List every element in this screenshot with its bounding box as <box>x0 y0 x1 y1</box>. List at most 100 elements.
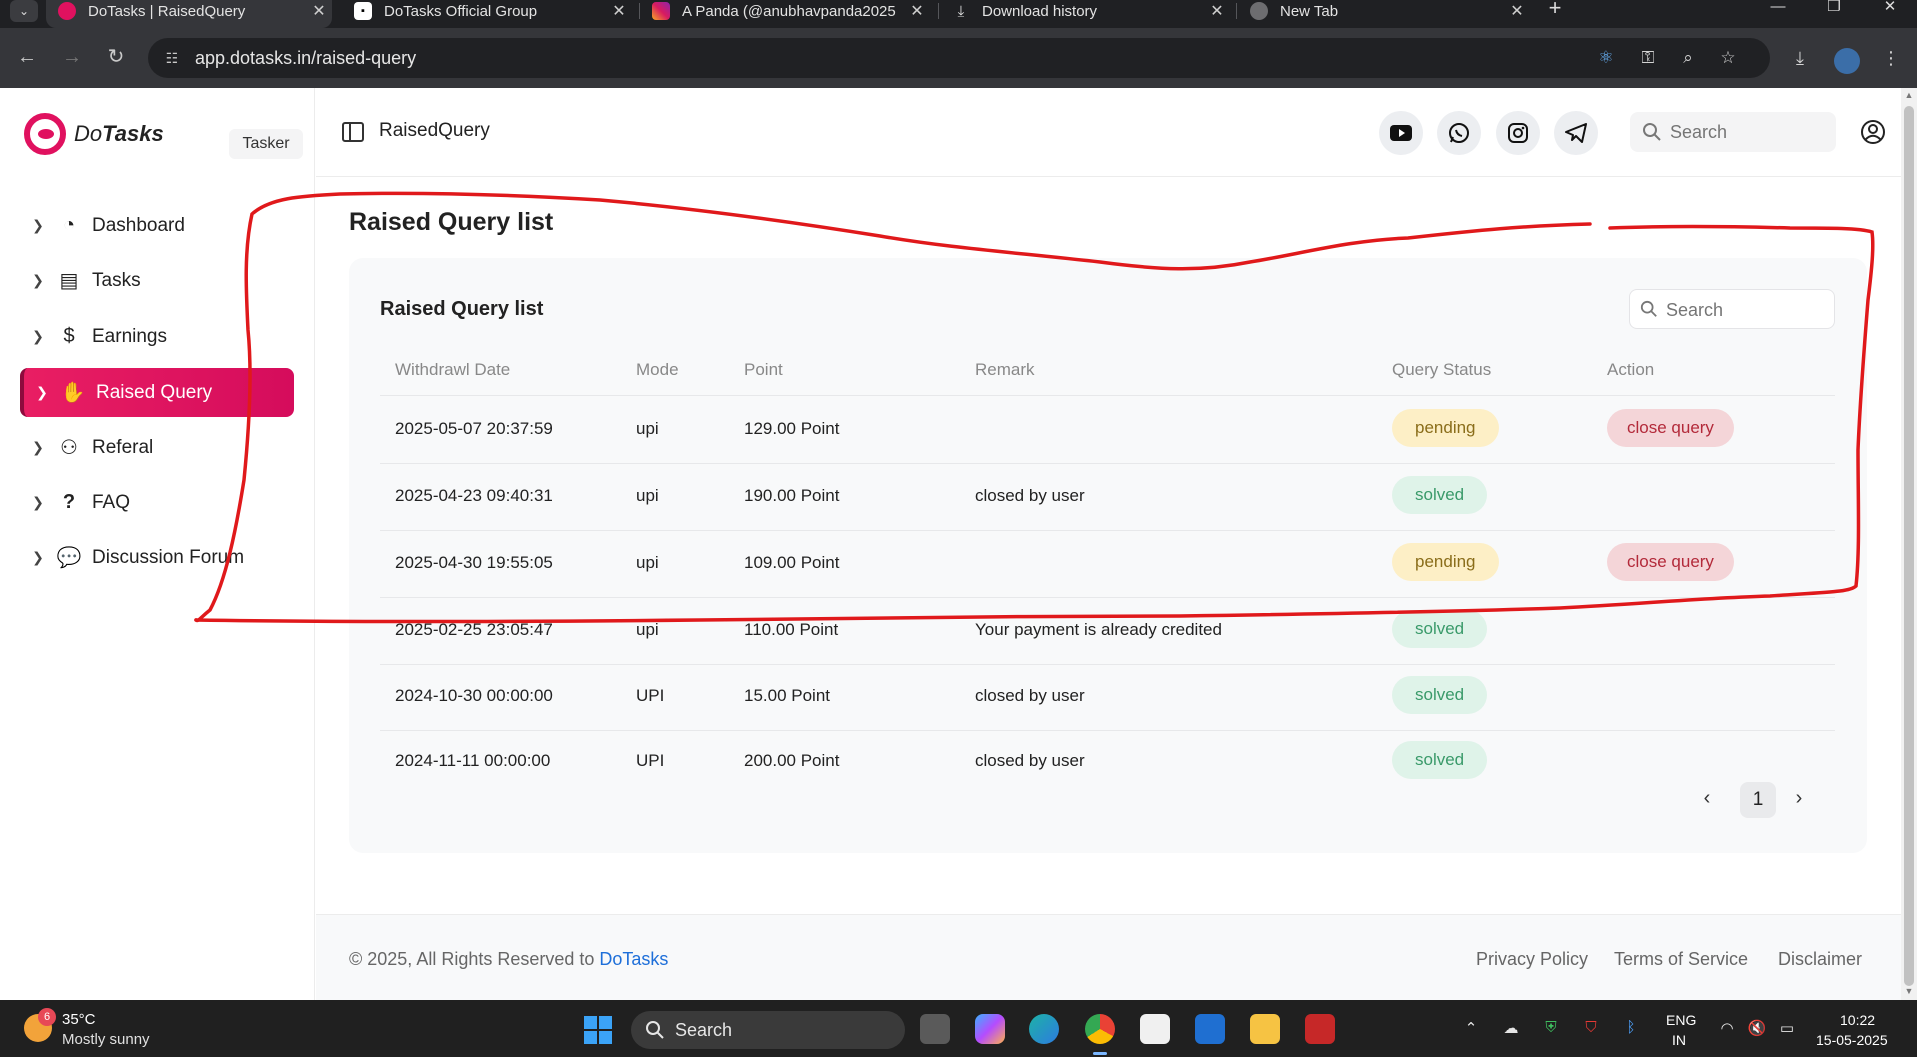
page-scrollbar[interactable]: ▲ ▼ <box>1901 88 1917 1000</box>
password-key-icon[interactable]: ⚿ <box>1636 47 1660 69</box>
sidebar-item-referal[interactable]: ❯ ⚇ Referal <box>20 423 294 472</box>
whatsapp-button[interactable] <box>1437 111 1481 155</box>
microsoft-store-icon[interactable] <box>1140 1014 1170 1044</box>
clock-time[interactable]: 10:22 <box>1840 1012 1875 1028</box>
pagination-next-icon[interactable]: › <box>1786 783 1812 815</box>
language-region[interactable]: IN <box>1672 1032 1686 1048</box>
download-favicon-icon: ⤓ <box>957 2 965 20</box>
header-search-input[interactable] <box>1670 118 1825 146</box>
mcafee-icon[interactable] <box>1305 1014 1335 1044</box>
instagram-button[interactable] <box>1496 111 1540 155</box>
taskbar-search[interactable]: Search <box>631 1011 905 1049</box>
start-button[interactable] <box>584 1016 612 1044</box>
forward-icon[interactable]: → <box>57 42 87 72</box>
reload-icon[interactable]: ↻ <box>101 42 131 72</box>
disclaimer-link[interactable]: Disclaimer <box>1778 949 1862 970</box>
tray-overflow-icon[interactable]: ⌃ <box>1460 1019 1482 1039</box>
sidebar-item-discussion-forum[interactable]: ❯ 💬 Discussion Forum <box>20 533 294 582</box>
sidebar-item-tasks[interactable]: ❯ ▤ Tasks <box>20 256 294 305</box>
taskbar-search-label: Search <box>675 1020 733 1040</box>
mode-cell: upi <box>636 419 659 438</box>
outlook-icon[interactable] <box>1195 1014 1225 1044</box>
point-cell: 110.00 Point <box>744 620 839 639</box>
scroll-up-icon[interactable]: ▲ <box>1904 90 1914 100</box>
close-tab-icon[interactable]: ✕ <box>306 1 332 21</box>
scroll-down-icon[interactable]: ▼ <box>1904 986 1914 996</box>
close-tab-icon[interactable]: ✕ <box>1504 1 1530 21</box>
edge-icon[interactable] <box>1029 1014 1059 1044</box>
bookmark-star-icon[interactable]: ☆ <box>1716 47 1740 69</box>
withdrawl-date-cell: 2024-10-30 00:00:00 <box>395 686 553 705</box>
weather-temperature[interactable]: 35°C <box>62 1011 96 1028</box>
mcafee-tray-icon[interactable]: ⛉ <box>1580 1019 1602 1039</box>
file-explorer-icon[interactable] <box>1250 1014 1280 1044</box>
browser-tab[interactable]: New Tab ✕ <box>1238 0 1530 28</box>
site-info-icon[interactable]: ☷ <box>162 48 182 68</box>
downloads-icon[interactable]: ⤓ <box>1787 46 1813 70</box>
sidebar-item-earnings[interactable]: ❯ $ Earnings <box>20 312 294 361</box>
dotasks-favicon-icon <box>58 2 76 20</box>
brand-logo[interactable]: DoTasks <box>24 112 164 156</box>
address-bar[interactable]: ☷ app.dotasks.in/raised-query ⚛ ⚿ ⌕ ☆ <box>148 38 1770 78</box>
withdrawl-date-cell: 2024-11-11 00:00:00 <box>395 751 551 770</box>
security-shield-icon[interactable]: ⛨ <box>1540 1019 1562 1039</box>
tab-search-button[interactable]: ⌄ <box>10 0 38 22</box>
close-tab-icon[interactable]: ✕ <box>904 1 930 21</box>
back-icon[interactable]: ← <box>12 42 42 72</box>
scrollbar-thumb[interactable] <box>1904 106 1914 986</box>
mode-cell: upi <box>636 553 659 572</box>
restore-icon[interactable]: ❐ <box>1812 0 1856 22</box>
browser-tab[interactable]: ⤓ Download history ✕ <box>940 0 1230 28</box>
sidebar-item-faq[interactable]: ❯ ? FAQ <box>20 478 294 527</box>
sidebar-item-label: Earnings <box>92 325 167 347</box>
clock-date[interactable]: 15-05-2025 <box>1816 1032 1888 1048</box>
copilot-icon[interactable] <box>975 1014 1005 1044</box>
browser-menu-icon[interactable]: ⋮ <box>1878 46 1904 70</box>
sidebar-item-raised-query[interactable]: ❯ ✋ Raised Query <box>20 368 294 417</box>
browser-tab[interactable]: A Panda (@anubhavpanda2025 ✕ <box>640 0 930 28</box>
copyright-brand-link[interactable]: DoTasks <box>599 949 668 969</box>
close-query-button[interactable]: close query <box>1607 543 1734 581</box>
status-badge: solved <box>1392 476 1488 514</box>
withdrawl-date-cell: 2025-04-30 19:55:05 <box>395 553 553 572</box>
close-query-button[interactable]: close query <box>1607 409 1734 447</box>
terms-of-service-link[interactable]: Terms of Service <box>1614 949 1748 970</box>
profile-avatar[interactable] <box>1834 48 1860 74</box>
user-account-icon[interactable] <box>1860 119 1886 145</box>
wifi-icon[interactable]: ◠ <box>1716 1019 1738 1039</box>
new-tab-button[interactable]: + <box>1542 0 1568 22</box>
react-extension-icon[interactable]: ⚛ <box>1594 47 1618 69</box>
column-header: Point <box>744 360 783 379</box>
sidebar-toggle-icon[interactable] <box>342 122 364 142</box>
onedrive-icon[interactable]: ☁ <box>1500 1019 1522 1039</box>
chrome-icon[interactable] <box>1085 1014 1115 1044</box>
weather-badge: 6 <box>38 1008 56 1026</box>
sidebar-item-label: Referal <box>92 436 154 458</box>
header-search[interactable] <box>1630 112 1836 152</box>
close-tab-icon[interactable]: ✕ <box>606 1 632 21</box>
url-text[interactable]: app.dotasks.in/raised-query <box>195 48 416 69</box>
pagination-prev-icon[interactable]: ‹ <box>1694 783 1720 815</box>
browser-tab[interactable]: ▪ DoTasks Official Group ✕ <box>342 0 632 28</box>
zoom-icon[interactable]: ⌕ <box>1676 47 1700 69</box>
remark-cell: closed by user <box>975 486 1085 505</box>
bluetooth-icon[interactable]: ᛒ <box>1620 1019 1642 1039</box>
privacy-policy-link[interactable]: Privacy Policy <box>1476 949 1588 970</box>
minimize-icon[interactable]: — <box>1756 0 1800 22</box>
close-window-icon[interactable]: ✕ <box>1868 0 1912 22</box>
table-search-input[interactable] <box>1666 296 1826 324</box>
volume-mute-icon[interactable]: 🔇 <box>1746 1019 1768 1039</box>
search-icon <box>1640 300 1657 317</box>
browser-tab-active[interactable]: DoTasks | RaisedQuery ✕ <box>46 0 332 28</box>
youtube-button[interactable] <box>1379 111 1423 155</box>
task-view-icon[interactable] <box>920 1014 950 1044</box>
pagination-page[interactable]: 1 <box>1740 782 1776 818</box>
close-tab-icon[interactable]: ✕ <box>1204 1 1230 21</box>
battery-icon[interactable]: ▭ <box>1776 1019 1798 1039</box>
weather-description[interactable]: Mostly sunny <box>62 1031 150 1048</box>
telegram-button[interactable] <box>1554 111 1598 155</box>
language-indicator[interactable]: ENG <box>1666 1012 1696 1028</box>
sidebar-item-dashboard[interactable]: ❯ ◔ Dashboard <box>20 201 294 250</box>
withdrawl-date-cell: 2025-04-23 09:40:31 <box>395 486 553 505</box>
table-search[interactable] <box>1629 289 1835 329</box>
